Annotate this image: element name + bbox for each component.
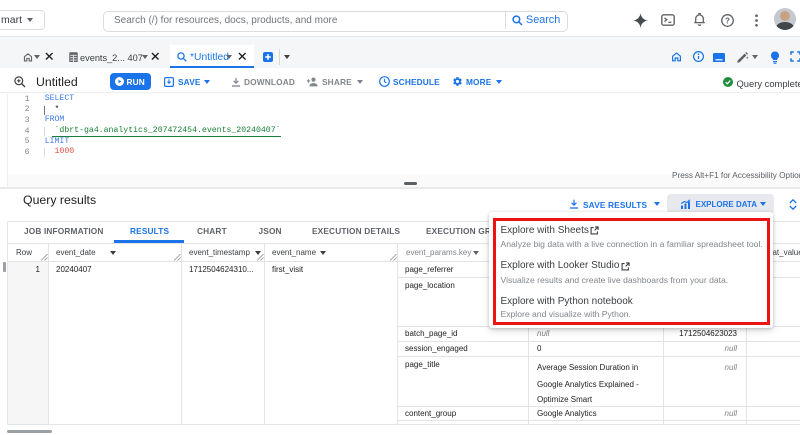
- svg-text:?: ?: [725, 16, 730, 25]
